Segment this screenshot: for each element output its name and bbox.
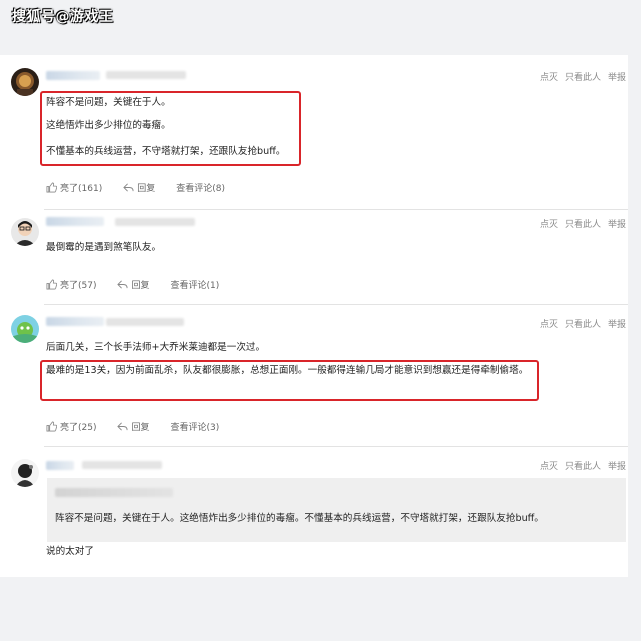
only-this-link[interactable]: 只看此人 (565, 317, 601, 330)
meta-blurred (106, 318, 184, 326)
comment-text: 后面几关，三个长手法师+大乔米莱迪都是一次过。 (46, 342, 266, 353)
quoted-comment: 阵容不是问题，关键在于人。这绝悟炸出多少排位的毒瘤。不懂基本的兵线运营，不守塔就… (47, 478, 626, 542)
comment-actions: 点灭 只看此人 举报 (540, 217, 626, 230)
meta-blurred (82, 461, 162, 469)
reply-icon (123, 183, 134, 192)
watermark: 搜狐号@游戏王 (12, 9, 114, 25)
like-count: 亮了(25) (60, 423, 97, 433)
like-count: 亮了(161) (60, 184, 103, 194)
thumbs-up-icon (46, 279, 57, 290)
avatar[interactable] (11, 68, 39, 96)
username-blurred (46, 317, 104, 326)
like-button[interactable]: 亮了(161) (46, 181, 102, 194)
comment-text: 不懂基本的兵线运营，不守塔就打架，还跟队友抢buff。 (46, 146, 286, 157)
view-comments-link[interactable]: 查看评论(1) (171, 278, 220, 291)
dislike-link[interactable]: 点灭 (540, 70, 558, 83)
comment-actions: 点灭 只看此人 举报 (540, 459, 626, 472)
divider (44, 446, 628, 447)
comment-actions: 点灭 只看此人 举报 (540, 70, 626, 83)
comment-text: 最倒霉的是遇到煞笔队友。 (46, 242, 162, 253)
avatar[interactable] (11, 218, 39, 246)
only-this-link[interactable]: 只看此人 (565, 217, 601, 230)
comment-toolbar: 亮了(161) 回复 查看评论(8) (46, 181, 225, 194)
reply-icon (117, 280, 129, 289)
like-button[interactable]: 亮了(57) (46, 278, 96, 291)
only-this-link[interactable]: 只看此人 (565, 70, 601, 83)
like-count: 亮了(57) (60, 281, 97, 291)
report-link[interactable]: 举报 (608, 459, 626, 472)
dislike-link[interactable]: 点灭 (540, 459, 558, 472)
reply-button[interactable]: 回复 (117, 420, 150, 433)
reply-button[interactable]: 回复 (123, 181, 155, 194)
dislike-link[interactable]: 点灭 (540, 217, 558, 230)
report-link[interactable]: 举报 (608, 217, 626, 230)
view-comments-link[interactable]: 查看评论(8) (176, 181, 225, 194)
like-button[interactable]: 亮了(25) (46, 420, 96, 433)
reply-button[interactable]: 回复 (117, 278, 150, 291)
divider (44, 209, 628, 210)
username-blurred (46, 71, 100, 80)
meta-blurred (115, 218, 195, 226)
comment-text: 阵容不是问题，关键在于人。 (46, 97, 171, 108)
thumbs-up-icon (46, 182, 57, 193)
divider (44, 304, 628, 305)
dislike-link[interactable]: 点灭 (540, 317, 558, 330)
meta-blurred (106, 71, 186, 79)
reply-icon (117, 422, 129, 431)
avatar[interactable] (11, 459, 39, 487)
comments-panel: 点灭 只看此人 举报 阵容不是问题，关键在于人。 这绝悟炸出多少排位的毒瘤。 不… (0, 55, 628, 577)
comment-text: 这绝悟炸出多少排位的毒瘤。 (46, 120, 171, 131)
username-blurred (46, 461, 74, 470)
quoted-username-blurred (55, 488, 173, 497)
reply-text: 说的太对了 (46, 546, 94, 557)
thumbs-up-icon (46, 421, 57, 432)
username-blurred (46, 217, 104, 226)
comment-toolbar: 亮了(25) 回复 查看评论(3) (46, 420, 219, 433)
comment-text-highlighted: 最难的是13关，因为前面乱杀，队友都很膨胀，总想正面刚。一般都得连输几局才能意识… (46, 365, 529, 376)
only-this-link[interactable]: 只看此人 (565, 459, 601, 472)
avatar[interactable] (11, 315, 39, 343)
report-link[interactable]: 举报 (608, 70, 626, 83)
report-link[interactable]: 举报 (608, 317, 626, 330)
comment-actions: 点灭 只看此人 举报 (540, 317, 626, 330)
view-comments-link[interactable]: 查看评论(3) (171, 420, 220, 433)
comment-toolbar: 亮了(57) 回复 查看评论(1) (46, 278, 219, 291)
quoted-text: 阵容不是问题，关键在于人。这绝悟炸出多少排位的毒瘤。不懂基本的兵线运营，不守塔就… (55, 513, 544, 524)
